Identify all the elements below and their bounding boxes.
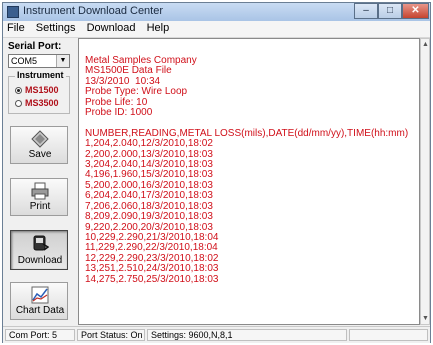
left-panel: Serial Port: COM5 ▼ Instrument MS1500 MS… <box>4 38 76 325</box>
serial-port-select[interactable]: COM5 ▼ <box>8 54 70 68</box>
status-com-port: Com Port: 5 <box>5 329 75 341</box>
print-button[interactable]: Print <box>10 178 68 216</box>
title-bar[interactable]: Instrument Download Center – □ ✕ <box>3 3 430 21</box>
vertical-scrollbar[interactable]: ▲ ▼ <box>420 38 430 325</box>
status-empty-cell <box>349 329 428 341</box>
status-bar: Com Port: 5 Port Status: On Settings: 96… <box>3 326 430 343</box>
download-button-label: Download <box>17 255 63 266</box>
menu-download[interactable]: Download <box>83 21 140 35</box>
save-button-label: Save <box>28 149 52 160</box>
instrument-group-label: Instrument <box>15 70 66 80</box>
menu-help[interactable]: Help <box>143 21 174 35</box>
save-button[interactable]: Save <box>10 126 68 164</box>
text-line: 8,209,2.090,19/3/2010,18:03 <box>85 211 213 223</box>
text-line: 14,275,2.750,25/3/2010,18:03 <box>85 273 219 285</box>
diamond-icon <box>31 130 49 148</box>
chart-data-button[interactable]: Chart Data <box>10 282 68 320</box>
scroll-up-icon[interactable]: ▲ <box>422 41 429 48</box>
maximize-button[interactable]: □ <box>378 3 402 19</box>
close-button[interactable]: ✕ <box>402 3 429 19</box>
menu-bar: File Settings Download Help <box>3 21 430 38</box>
app-icon <box>7 6 19 18</box>
text-line: 13,251,2.510,24/3/2010,18:03 <box>85 263 219 275</box>
radio-selected-icon <box>15 87 22 94</box>
data-file-textarea[interactable]: Metal Samples Company MS1500E Data File 13… <box>78 38 420 325</box>
window-title: Instrument Download Center <box>23 5 164 17</box>
radio-ms1500-label: MS1500 <box>25 85 59 95</box>
serial-port-value: COM5 <box>11 56 38 66</box>
radio-unselected-icon <box>15 100 22 107</box>
chart-icon <box>31 286 49 304</box>
radio-ms3500-label: MS3500 <box>25 98 59 108</box>
chart-data-button-label: Chart Data <box>15 305 65 316</box>
status-settings: Settings: 9600,N,8,1 <box>147 329 347 341</box>
instrument-group: Instrument MS1500 MS3500 <box>8 70 70 114</box>
app-window: Instrument Download Center – □ ✕ File Se… <box>2 2 431 343</box>
download-icon <box>33 235 49 251</box>
menu-settings[interactable]: Settings <box>32 21 80 35</box>
print-button-label: Print <box>29 201 51 212</box>
download-button[interactable]: Download <box>10 230 68 270</box>
radio-ms3500[interactable]: MS3500 <box>15 98 59 108</box>
status-port-status: Port Status: On <box>77 329 145 341</box>
data-file-content: Metal Samples Company MS1500E Data File 13… <box>85 55 408 285</box>
scroll-down-icon[interactable]: ▼ <box>422 315 429 322</box>
chevron-down-icon[interactable]: ▼ <box>56 55 69 67</box>
minimize-button[interactable]: – <box>354 3 378 19</box>
menu-file[interactable]: File <box>3 21 29 35</box>
printer-icon <box>31 182 49 200</box>
text-line: Probe ID: 1000 <box>85 107 153 119</box>
radio-ms1500[interactable]: MS1500 <box>15 85 59 95</box>
serial-port-label: Serial Port: <box>8 41 62 52</box>
